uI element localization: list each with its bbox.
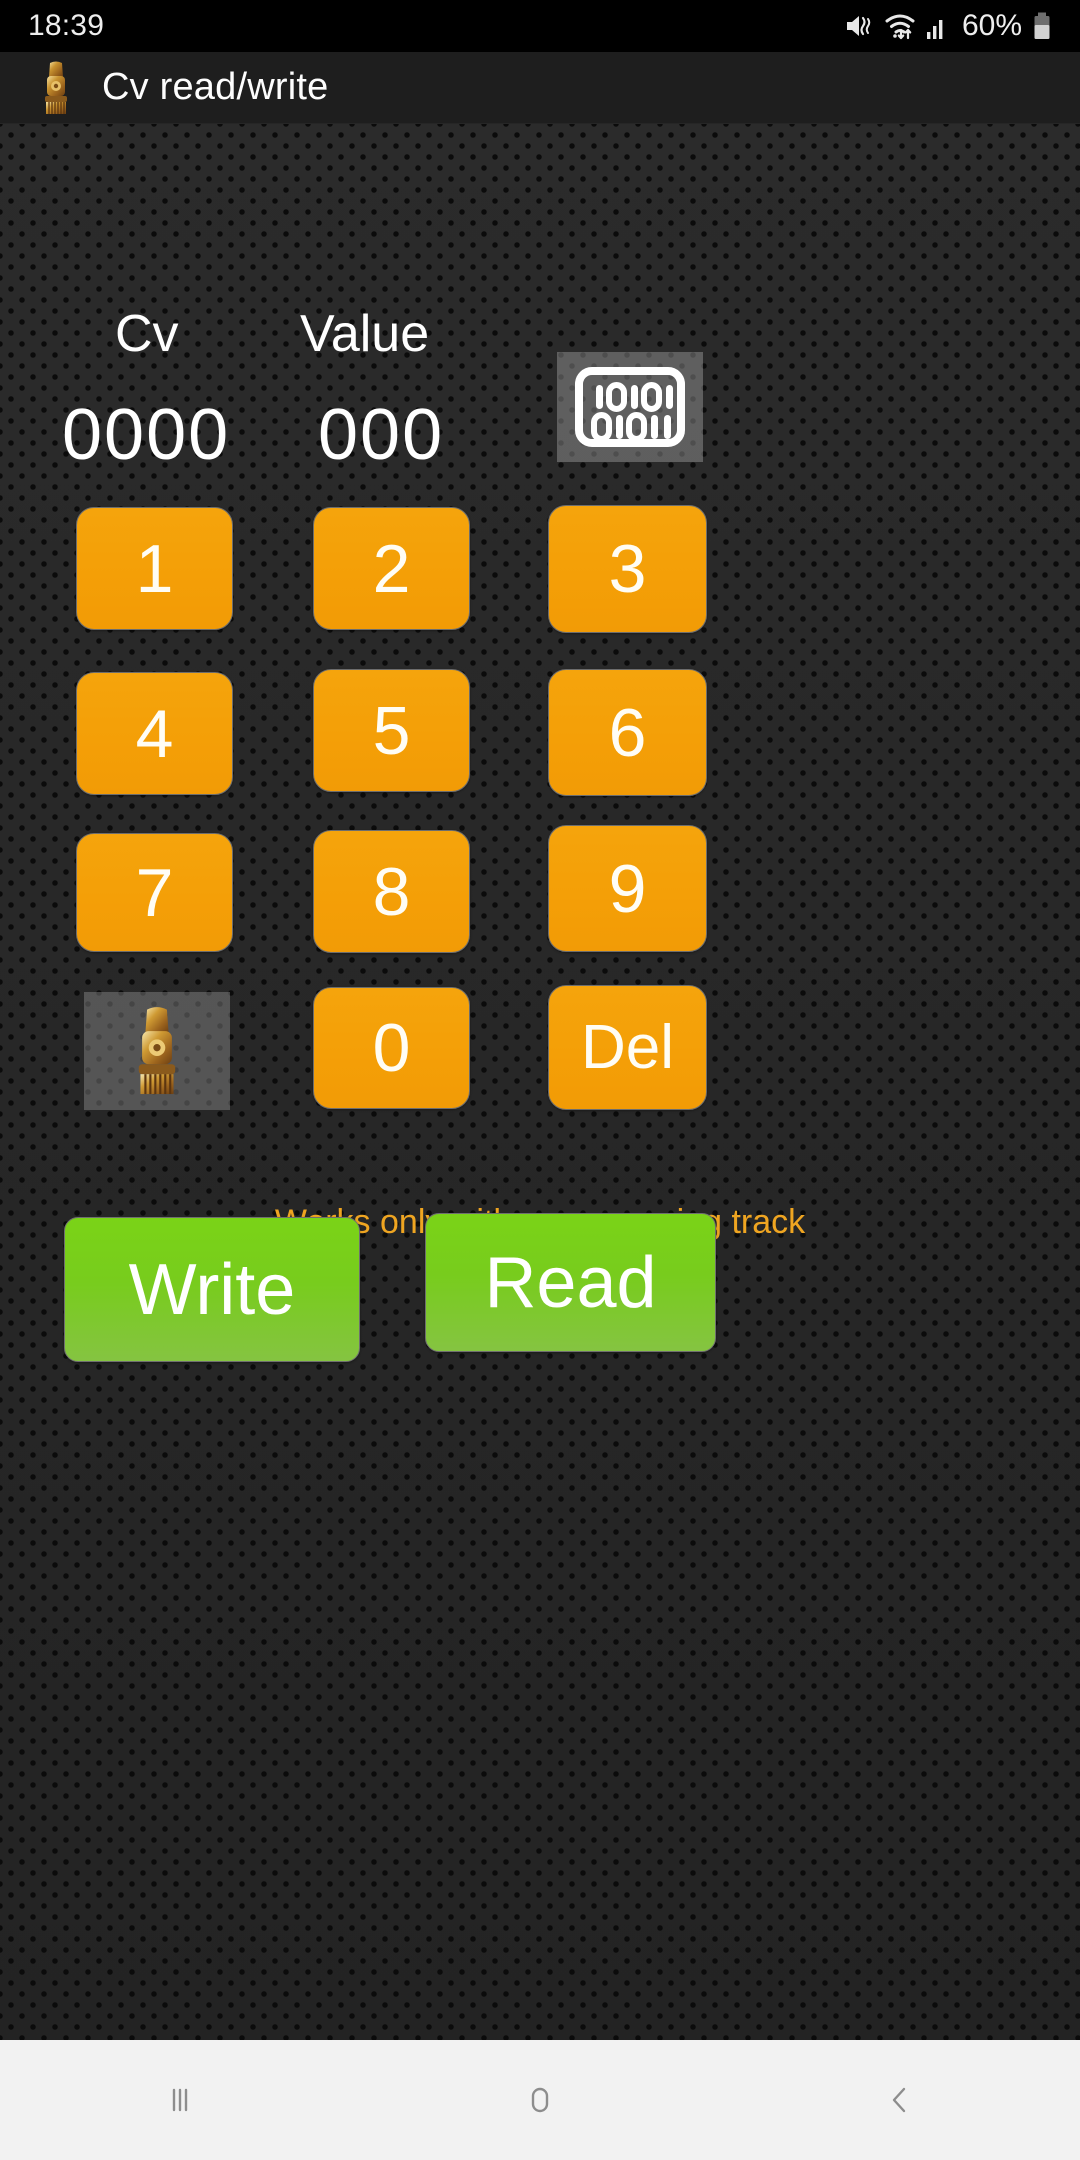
home-icon[interactable] xyxy=(480,2040,600,2160)
main-content: Cv Value 0000 000 1 2 3 4 5 6 7 8 9 0 De… xyxy=(0,124,1080,2040)
key-locomotive[interactable] xyxy=(84,992,230,1110)
key-9[interactable]: 9 xyxy=(548,825,707,952)
battery-percent: 60% xyxy=(961,9,1022,42)
key-2[interactable]: 2 xyxy=(313,507,470,630)
system-navigation-bar xyxy=(0,2040,1080,2160)
key-del[interactable]: Del xyxy=(548,985,707,1110)
key-3[interactable]: 3 xyxy=(548,505,707,633)
app-bar: Cv read/write xyxy=(0,52,1080,124)
key-6[interactable]: 6 xyxy=(548,669,707,796)
status-clock: 18:39 xyxy=(28,9,105,42)
key-7[interactable]: 7 xyxy=(76,833,233,952)
status-icons: 60% xyxy=(844,9,1052,43)
locomotive-icon xyxy=(34,59,78,117)
write-button[interactable]: Write xyxy=(64,1217,360,1362)
mute-vibrate-icon xyxy=(844,11,874,41)
cellular-signal-icon xyxy=(926,11,950,41)
read-button[interactable]: Read xyxy=(425,1213,716,1352)
app-title: Cv read/write xyxy=(102,66,329,108)
phone-screen: 18:39 60% Cv read/write Cv Value 0000 00… xyxy=(0,0,1080,2160)
recents-icon[interactable] xyxy=(120,2040,240,2160)
status-bar: 18:39 60% xyxy=(0,0,1080,52)
locomotive-icon xyxy=(115,1003,199,1099)
keypad: 1 2 3 4 5 6 7 8 9 0 Del xyxy=(0,124,1080,2040)
key-0[interactable]: 0 xyxy=(313,987,470,1109)
battery-icon xyxy=(1032,11,1052,41)
key-8[interactable]: 8 xyxy=(313,830,470,953)
wifi-icon xyxy=(884,11,916,41)
key-5[interactable]: 5 xyxy=(313,669,470,792)
key-4[interactable]: 4 xyxy=(76,672,233,795)
back-icon[interactable] xyxy=(840,2040,960,2160)
key-1[interactable]: 1 xyxy=(76,507,233,630)
